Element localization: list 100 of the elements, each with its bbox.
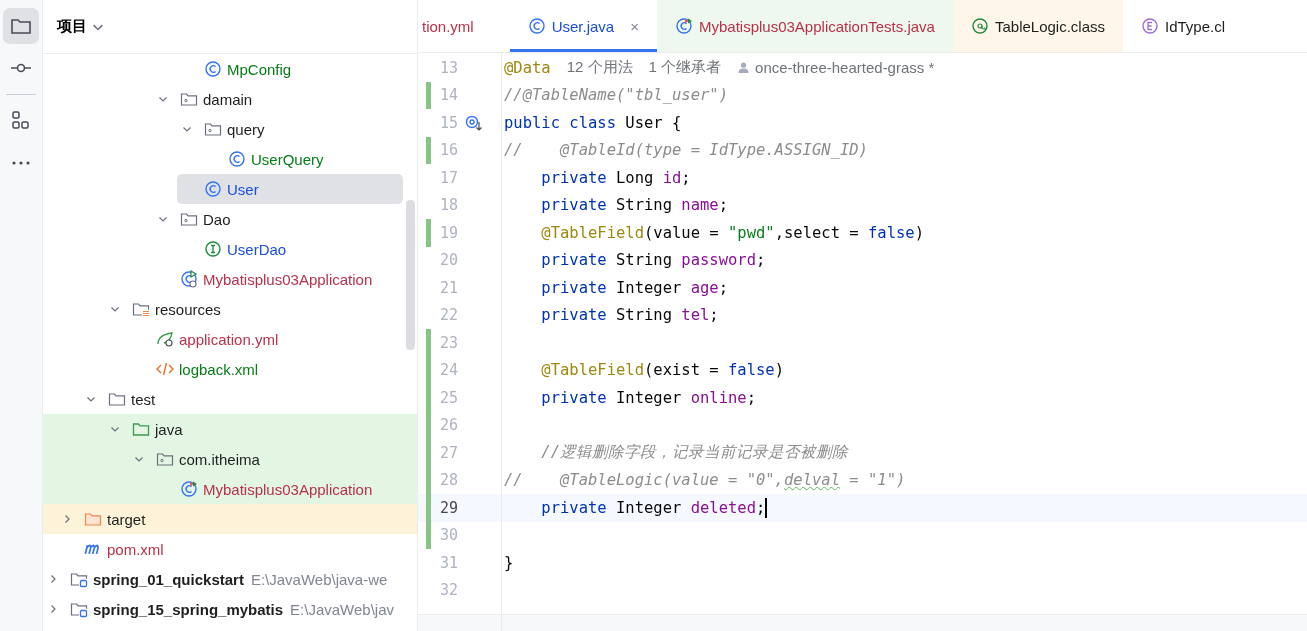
- package-icon: [180, 210, 198, 228]
- line-number: 15: [438, 113, 458, 132]
- code-line: private String tel;: [540, 306, 719, 325]
- tree-item-label[interactable]: spring_01_quickstart: [93, 570, 244, 588]
- line-number: 30: [438, 526, 458, 545]
- tree-item-label[interactable]: resources: [155, 300, 221, 318]
- tree-item-label[interactable]: spring_15_spring_mybatis: [93, 600, 284, 618]
- tree-item-label[interactable]: com.itheima: [179, 450, 260, 468]
- highlighted-row[interactable]: com.itheima: [43, 444, 417, 474]
- module-icon: [70, 570, 88, 588]
- class-icon: [204, 60, 222, 78]
- code-line: public class User {: [503, 113, 682, 132]
- change-marker[interactable]: [426, 329, 431, 357]
- line-number: 24: [438, 361, 458, 380]
- line-number: 27: [438, 443, 458, 462]
- code-line: // @TableLogic(value = "0",delval = "1"): [503, 471, 906, 490]
- tree-item-label[interactable]: pom.xml: [107, 540, 164, 558]
- line-number: 28: [438, 471, 458, 490]
- editor-tab[interactable]: TableLogic.class: [952, 0, 1123, 52]
- chevron-down-icon[interactable]: [111, 305, 119, 313]
- tree-item-label[interactable]: logback.xml: [179, 360, 259, 378]
- chevron-right-icon[interactable]: [49, 605, 57, 613]
- editor-tab[interactable]: Mybatisplus03ApplicationTests.java: [657, 0, 953, 52]
- enum-icon: [1141, 17, 1159, 35]
- code-line: private Long id;: [540, 168, 691, 187]
- module-icon: [70, 600, 88, 618]
- module-path: E:\JavaWeb\java-we: [250, 570, 388, 588]
- chevron-down-icon[interactable]: [159, 215, 167, 223]
- tree-item-label[interactable]: application.yml: [179, 330, 279, 348]
- selected-row-highlight[interactable]: User: [177, 174, 403, 204]
- line-number: 32: [438, 581, 458, 600]
- line-number: 21: [438, 278, 458, 297]
- scrollbar-thumb[interactable]: [406, 200, 415, 350]
- change-marker[interactable]: [426, 521, 431, 549]
- code-line: }: [503, 553, 514, 572]
- chevron-right-icon[interactable]: [63, 515, 71, 523]
- change-marker[interactable]: [426, 136, 431, 164]
- code-tag-icon: [156, 360, 174, 378]
- package-icon: [204, 120, 222, 138]
- code-line: private Integer deleted;: [540, 497, 768, 518]
- tree-item-label[interactable]: target: [107, 510, 146, 528]
- folder-icon: [84, 510, 102, 528]
- code-line: @TableField(value = "pwd",select = false): [540, 223, 924, 242]
- package-icon: [156, 450, 174, 468]
- chevron-down-icon[interactable]: [111, 425, 119, 433]
- editor-tab[interactable]: tion.yml: [418, 0, 510, 52]
- panel-title[interactable]: 项目: [57, 17, 87, 36]
- change-marker[interactable]: [426, 81, 431, 109]
- tree-item-label[interactable]: Dao: [203, 210, 231, 228]
- tree-item-label[interactable]: Mybatisplus03Application: [203, 480, 373, 498]
- change-marker[interactable]: [426, 219, 431, 247]
- code-line: //@TableName("tbl_user"): [503, 86, 728, 105]
- line-number: 22: [438, 306, 458, 325]
- tree-item-label[interactable]: UserQuery: [251, 150, 324, 168]
- folder-icon: [132, 420, 150, 438]
- test-class-icon: [180, 480, 198, 498]
- tree-item-label[interactable]: Mybatisplus03Application: [203, 270, 373, 288]
- close-icon[interactable]: ×: [630, 17, 639, 35]
- chevron-right-icon[interactable]: [49, 575, 57, 583]
- tree-item-label[interactable]: java: [155, 420, 183, 438]
- module-path: E:\JavaWeb\jav: [290, 600, 395, 618]
- highlighted-row[interactable]: target: [43, 504, 417, 534]
- tree-item-label[interactable]: UserDao: [227, 240, 287, 258]
- line-number: 16: [438, 141, 458, 160]
- class-icon: [204, 180, 222, 198]
- run-class-icon: [180, 270, 198, 288]
- line-number: 19: [438, 223, 458, 242]
- tree-item-label[interactable]: User: [227, 180, 259, 198]
- tree-item-label[interactable]: damain: [203, 90, 253, 108]
- chevron-down-icon[interactable]: [135, 455, 143, 463]
- folder-icon: [108, 390, 126, 408]
- line-number: 23: [438, 333, 458, 352]
- package-icon: [180, 90, 198, 108]
- chevron-down-icon[interactable]: [87, 395, 95, 403]
- annotation-icon: [970, 17, 989, 35]
- class-icon: [228, 150, 246, 168]
- tree-item-label[interactable]: MpConfig: [227, 60, 292, 78]
- interface-icon: [204, 240, 222, 258]
- chevron-down-icon[interactable]: [159, 95, 167, 103]
- line-number: 13: [438, 58, 458, 77]
- usage-hint[interactable]: 1 个继承者: [648, 58, 722, 78]
- line-number: 26: [438, 416, 458, 435]
- leaf-icon: [156, 330, 174, 348]
- line-number: 29: [438, 498, 458, 517]
- project-folder-icon[interactable]: [3, 8, 39, 44]
- tree-item-label[interactable]: query: [227, 120, 265, 138]
- chevron-down-icon[interactable]: [183, 125, 191, 133]
- tree-item-label[interactable]: test: [131, 390, 156, 408]
- author-hint[interactable]: once-three-hearted-grass *: [755, 59, 935, 77]
- maven-icon: [84, 543, 102, 555]
- code-line: @Data: [503, 58, 551, 77]
- highlighted-row[interactable]: Mybatisplus03Application: [43, 474, 417, 504]
- editor-tab[interactable]: IdType.cl: [1123, 0, 1244, 52]
- highlighted-row[interactable]: java: [43, 414, 417, 444]
- line-number: 14: [438, 86, 458, 105]
- code-line: private Integer online;: [540, 388, 756, 407]
- code-line: private Integer age;: [540, 278, 728, 297]
- usage-hint[interactable]: 12 个用法: [566, 58, 633, 78]
- line-number: 20: [438, 251, 458, 270]
- implemented-icon[interactable]: [465, 113, 483, 132]
